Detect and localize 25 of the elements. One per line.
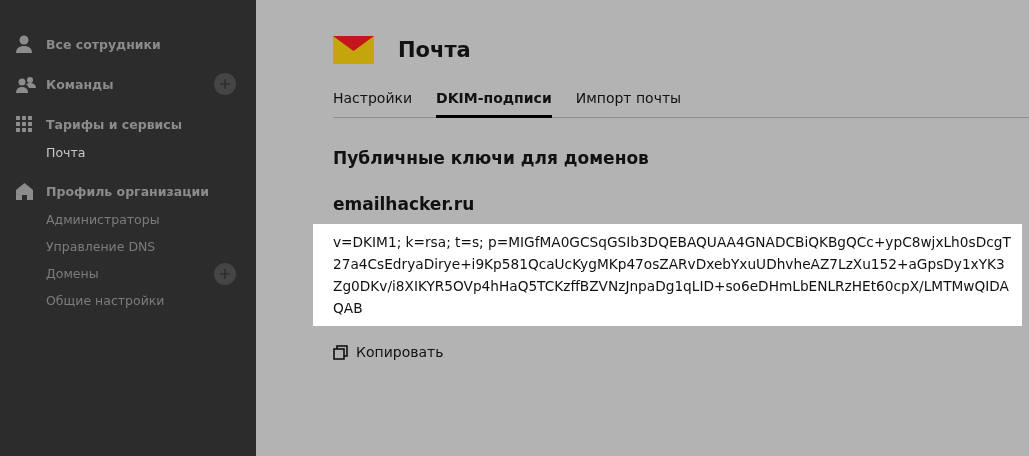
sidebar-item[interactable]: Общие настройки <box>16 293 236 308</box>
sidebar-item[interactable]: Домены <box>16 266 214 281</box>
tab[interactable]: Импорт почты <box>575 84 682 118</box>
add-button[interactable] <box>214 262 236 285</box>
home-icon <box>16 182 33 200</box>
copy-button[interactable]: Копировать <box>333 344 444 360</box>
tab[interactable]: DKIM-подписи <box>436 84 552 118</box>
section-heading: Публичные ключи для доменов <box>333 148 650 168</box>
sidebar-item[interactable]: Почта <box>16 145 236 160</box>
people-icon <box>16 75 36 93</box>
sidebar-section-link[interactable]: Профиль организации <box>46 183 236 199</box>
sidebar-item[interactable]: Администраторы <box>16 212 236 227</box>
grid-icon <box>16 116 32 132</box>
envelope-logo <box>333 36 374 64</box>
page-title: Почта <box>398 38 471 62</box>
sidebar-section-link[interactable]: Команды <box>46 76 214 92</box>
tab[interactable]: Настройки <box>333 84 413 118</box>
sidebar-section-link[interactable]: Тарифы и сервисы <box>46 116 236 132</box>
add-button[interactable] <box>214 73 236 95</box>
dkim-key-text: v=DKIM1; k=rsa; t=s; p=MIGfMA0GCSqGSIb3DQEBAQUAA4GNADCBiQKBgQCc+ypC8wjxLh0sDcgT27a4CsEdryaDirye+i9Kp581QcaUcKygMKp47osZARvDxebYxuUDhvheAZ7LzXu152+aGpsDy1xYK3Zg0DKv/i8XIKYR5OVp4hHaQ5TCKzffBZVNzJnpaDg1qLID+so6eDHmLbENLRzHEt60cpX/LMTMwQIDAQAB <box>313 224 1022 326</box>
person-icon <box>16 35 32 53</box>
copy-icon <box>333 344 348 360</box>
sidebar-item[interactable]: Управление DNS <box>16 239 236 254</box>
domain-name: emailhacker.ru <box>333 194 476 214</box>
sidebar-section-link[interactable]: Все сотрудники <box>46 36 236 52</box>
